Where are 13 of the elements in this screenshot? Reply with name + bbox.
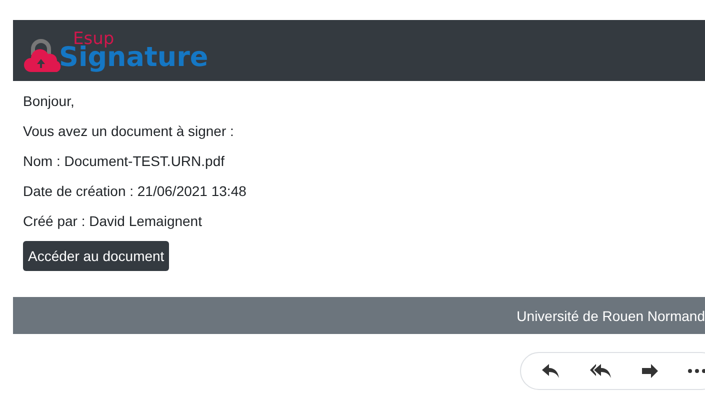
footer-text: Université de Rouen Normand [516,308,705,324]
forward-icon[interactable] [641,364,659,378]
reply-icon[interactable] [541,363,561,379]
message-line: Vous avez un document à signer : [23,123,235,139]
message-line: Créé par : David Lemaignent [23,213,203,229]
message-line: Date de création : 21/06/2021 13:48 [23,183,248,199]
message-line: Nom : Document-TEST.URN.pdf [23,153,226,169]
cloud-lock-icon [23,38,61,72]
logo-subtitle: Esup [73,30,114,48]
open-document-button[interactable]: Accéder au document [23,241,170,271]
more-icon[interactable] [688,369,705,373]
message-line: Bonjour, [23,93,76,109]
reply-all-icon[interactable] [590,363,612,379]
